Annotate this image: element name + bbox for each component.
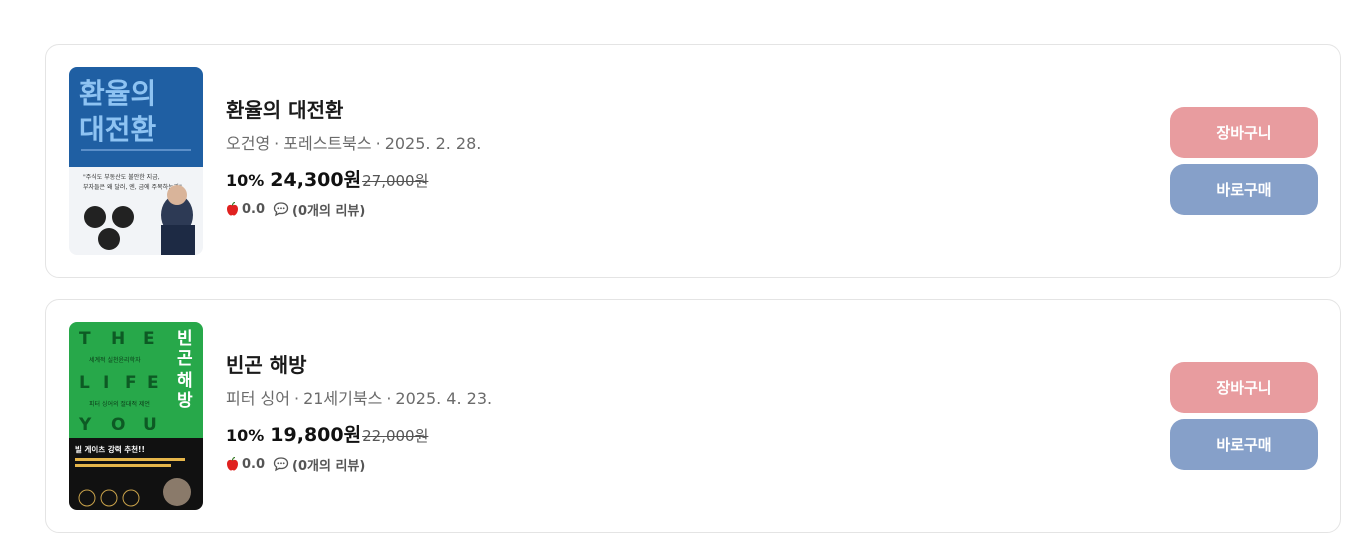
book-info: 환율의 대전환 오건영 · 포레스트북스 · 2025. 2. 28. 10% 24,3… [226,97,481,219]
svg-text:T: T [79,329,91,349]
original-price: 27,000원 [362,172,429,190]
apple-icon [227,457,238,471]
svg-text:L: L [79,373,90,393]
svg-text:U: U [143,415,157,435]
book-author: 피터 싱어 [226,389,290,408]
cover-title-line2: 대전환 [79,113,157,146]
book-publisher: 포레스트북스 [283,134,372,153]
book-cover-image[interactable]: THE LIFE YOU 빈 곤 해 방 세계적 실천윤리학자 피터 싱어의 절… [69,322,203,510]
review-count[interactable]: (0개의 리뷰) [292,200,365,219]
review-count[interactable]: (0개의 리뷰) [292,455,365,474]
buy-now-button[interactable]: 바로구매 [1170,419,1318,470]
svg-text:부자들은 왜 달러, 엔, 금에 주목하는가": 부자들은 왜 달러, 엔, 금에 주목하는가" [83,183,182,191]
book-meta: 오건영 · 포레스트북스 · 2025. 2. 28. [226,134,482,153]
svg-text:F: F [125,373,137,393]
add-to-cart-button[interactable]: 장바구니 [1170,362,1318,413]
add-to-cart-button[interactable]: 장바구니 [1170,107,1318,158]
book-info: 빈곤 해방 피터 싱어 · 21세기북스 · 2025. 4. 23. 10% 19,8… [226,352,492,474]
svg-text:빌 게이츠 강력 추천!!: 빌 게이츠 강력 추천!! [75,444,145,454]
svg-text:"주식도 부동산도 불안한 지금,: "주식도 부동산도 불안한 지금, [83,173,160,181]
original-price: 22,000원 [362,427,429,445]
discount-rate: 10% [226,426,265,445]
book-card: THE LIFE YOU 빈 곤 해 방 세계적 실천윤리학자 피터 싱어의 절… [45,299,1341,533]
svg-text:피터 싱어의 절대적 제언: 피터 싱어의 절대적 제언 [89,400,150,408]
rating-value: 0.0 [242,456,266,472]
svg-text:Y: Y [78,415,92,435]
apple-icon [227,202,238,216]
book-author: 오건영 [226,134,271,153]
cover-title-line1: 환율의 [79,77,156,110]
rating-value: 0.0 [242,201,266,217]
sale-price: 24,300원 [270,169,362,191]
book-title[interactable]: 환율의 대전환 [226,97,481,123]
book-cover-image[interactable]: 환율의 대전환 "주식도 부동산도 불안한 지금, 부자들은 왜 달러, 엔, … [69,67,203,255]
price-row: 10% 24,300원 27,000원 [226,167,481,193]
book-date: 2025. 4. 23. [395,389,493,408]
comment-icon [273,457,289,472]
book-card: 환율의 대전환 "주식도 부동산도 불안한 지금, 부자들은 왜 달러, 엔, … [45,44,1341,278]
book-title[interactable]: 빈곤 해방 [226,352,492,378]
svg-text:I: I [103,373,109,393]
book-date: 2025. 2. 28. [384,134,482,153]
sale-price: 19,800원 [270,424,362,446]
svg-text:세계적 실천윤리학자: 세계적 실천윤리학자 [89,356,141,364]
svg-text:방: 방 [177,391,193,411]
svg-text:빈: 빈 [177,329,193,349]
svg-text:O: O [111,415,125,435]
discount-rate: 10% [226,171,265,190]
rating-row: 0.0 (0개의 리뷰) [226,454,492,474]
svg-text:E: E [147,373,159,393]
buy-now-button[interactable]: 바로구매 [1170,164,1318,215]
svg-text:곤: 곤 [177,349,193,369]
svg-text:H: H [111,329,125,349]
svg-text:해: 해 [177,371,193,391]
rating-row: 0.0 (0개의 리뷰) [226,199,481,219]
price-row: 10% 19,800원 22,000원 [226,422,492,448]
book-meta: 피터 싱어 · 21세기북스 · 2025. 4. 23. [226,389,493,408]
book-publisher: 21세기북스 [303,389,383,408]
comment-icon [273,202,289,217]
svg-text:E: E [143,329,155,349]
